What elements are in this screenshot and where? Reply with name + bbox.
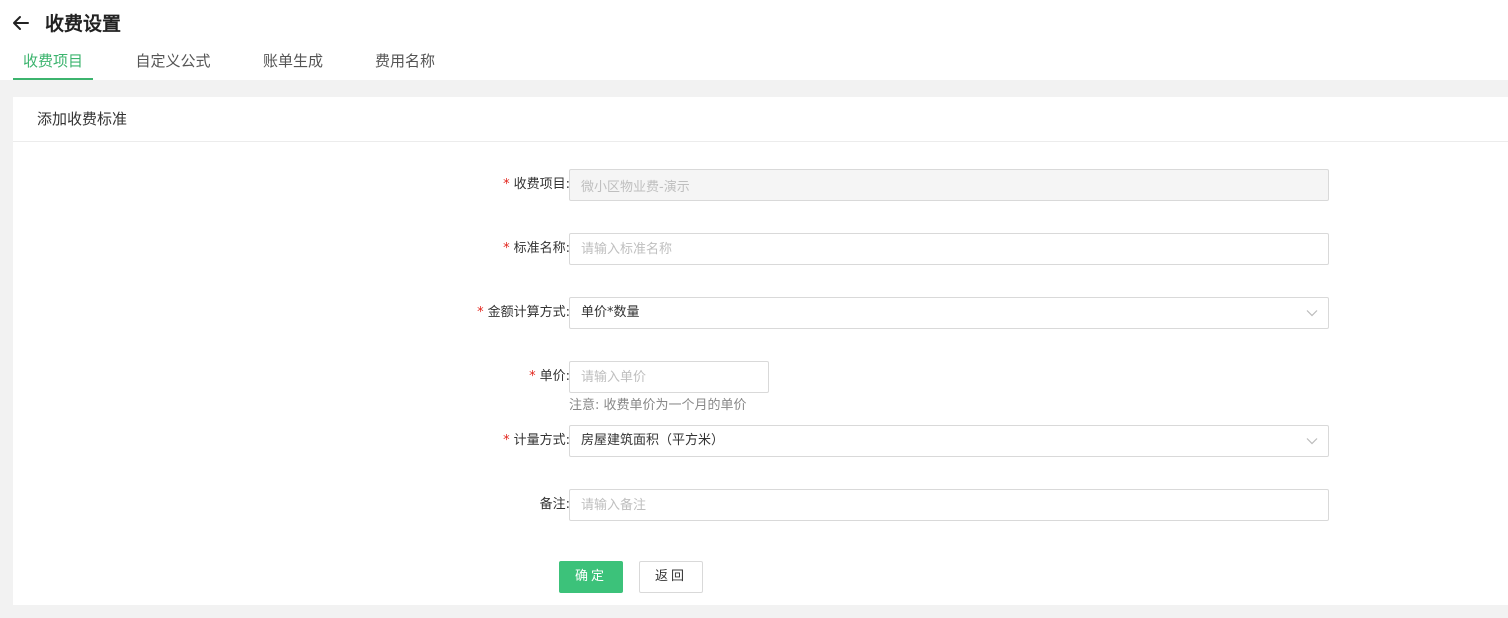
unit-price-hint: 注意: 收费单价为一个月的单价 xyxy=(569,398,747,413)
remark-input[interactable] xyxy=(569,489,1329,521)
amount-method-value: 单价*数量 xyxy=(581,305,640,320)
tab-custom-formula[interactable]: 自定义公式 xyxy=(125,46,221,80)
required-mark: * xyxy=(503,241,510,256)
tab-charge-items[interactable]: 收费项目 xyxy=(13,46,93,80)
top-bar: 收费设置 收费项目 自定义公式 账单生成 费用名称 xyxy=(0,0,1508,80)
arrow-left-icon[interactable] xyxy=(10,12,32,34)
charge-item-field xyxy=(569,169,1329,201)
chevron-down-icon xyxy=(1306,438,1318,445)
required-mark: * xyxy=(529,369,536,384)
form-card: 添加收费标准 *收费项目: *标准名称: *金额计算方式: 单价*数量 *单价: xyxy=(13,97,1508,605)
row-remark: 备注: xyxy=(13,489,1508,521)
measure-method-select[interactable]: 房屋建筑面积（平方米） xyxy=(569,425,1329,457)
chevron-down-icon xyxy=(1306,310,1318,317)
tab-fee-names[interactable]: 费用名称 xyxy=(365,46,445,80)
unit-price-label: * 单价: xyxy=(529,369,570,384)
back-button[interactable]: 返回 xyxy=(639,561,703,593)
tab-bar: 收费项目 自定义公式 账单生成 费用名称 xyxy=(0,46,1508,80)
required-mark: * xyxy=(503,433,510,448)
required-mark: * xyxy=(503,177,510,192)
card-header: 添加收费标准 xyxy=(13,97,1508,142)
row-measure-method: * 计量方式: 房屋建筑面积（平方米） xyxy=(13,425,1508,457)
amount-method-select[interactable]: 单价*数量 xyxy=(569,297,1329,329)
measure-method-label: * 计量方式: xyxy=(503,433,570,448)
card-title: 添加收费标准 xyxy=(37,110,128,128)
charge-item-label: * 收费项目: xyxy=(503,177,570,192)
row-unit-price: * 单价: xyxy=(13,361,1508,393)
amount-method-label: * 金额计算方式: xyxy=(477,305,570,320)
tab-bill-generation[interactable]: 账单生成 xyxy=(253,46,333,80)
remark-label: 备注: xyxy=(539,497,570,512)
row-amount-method: * 金额计算方式: 单价*数量 xyxy=(13,297,1508,329)
measure-method-value: 房屋建筑面积（平方米） xyxy=(581,433,725,448)
standard-name-label: * 标准名称: xyxy=(503,241,570,256)
standard-name-input[interactable] xyxy=(569,233,1329,265)
required-mark: * xyxy=(477,305,484,320)
row-standard-name: * 标准名称: xyxy=(13,233,1508,265)
row-charge-item: * 收费项目: xyxy=(13,169,1508,201)
confirm-button[interactable]: 确定 xyxy=(559,561,623,593)
page-title: 收费设置 xyxy=(45,13,122,35)
unit-price-input[interactable] xyxy=(569,361,769,393)
